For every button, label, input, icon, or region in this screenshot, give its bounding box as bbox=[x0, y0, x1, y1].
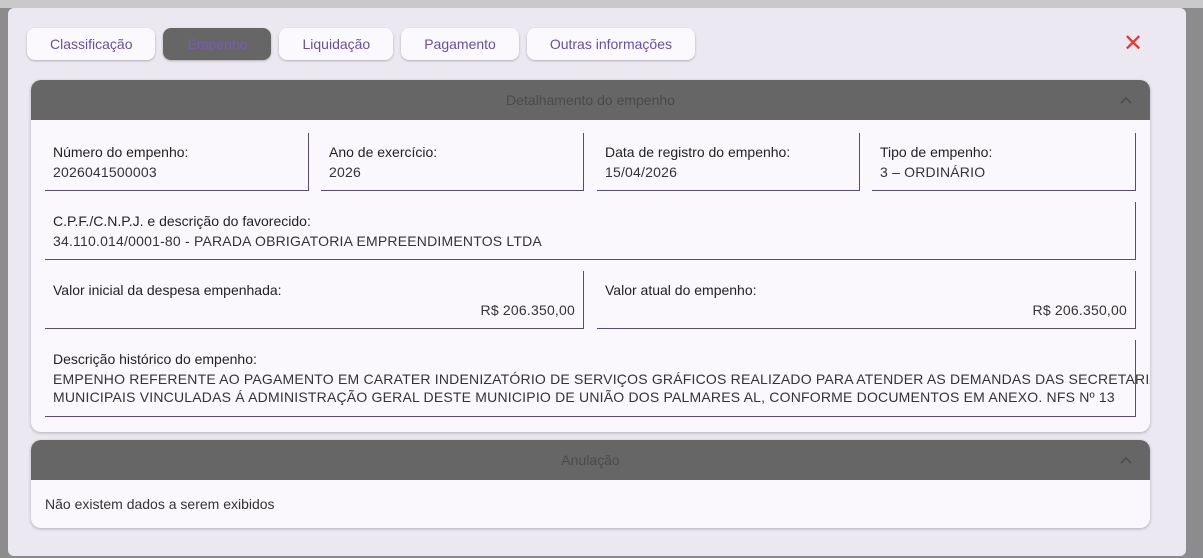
favorecido-value: 34.110.014/0001-80 - PARADA OBRIGATORIA … bbox=[53, 233, 542, 249]
numero-empenho-value: 2026041500003 bbox=[53, 164, 157, 180]
close-icon[interactable]: ✕ bbox=[1121, 32, 1145, 56]
valor-inicial-field: Valor inicial da despesa empenhada: R$ 2… bbox=[45, 271, 584, 329]
background-page bbox=[0, 0, 1203, 8]
tab-empenho[interactable]: Empenho bbox=[163, 28, 272, 60]
valor-atual-field: Valor atual do empenho: R$ 206.350,00 bbox=[597, 271, 1136, 329]
historico-label: Descrição histórico do empenho: bbox=[53, 351, 257, 367]
data-registro-value: 15/04/2026 bbox=[605, 164, 678, 180]
detalhamento-panel: Detalhamento do empenho Número do empenh… bbox=[31, 80, 1150, 432]
favorecido-label: C.P.F./C.N.P.J. e descrição do favorecid… bbox=[53, 213, 311, 229]
ano-exercicio-label: Ano de exercício: bbox=[329, 144, 438, 160]
valor-inicial-value: R$ 206.350,00 bbox=[480, 302, 575, 318]
detalhamento-header[interactable]: Detalhamento do empenho bbox=[31, 80, 1150, 120]
tab-classificacao[interactable]: Classificação bbox=[27, 28, 156, 60]
historico-field: Descrição histórico do empenho: EMPENHO … bbox=[45, 340, 1150, 417]
tab-liquidacao[interactable]: Liquidação bbox=[279, 28, 394, 60]
valor-inicial-label: Valor inicial da despesa empenhada: bbox=[53, 282, 282, 298]
data-registro-label: Data de registro do empenho: bbox=[605, 144, 791, 160]
anulacao-panel: Anulação Não existem dados a serem exibi… bbox=[31, 440, 1150, 528]
anulacao-header[interactable]: Anulação bbox=[31, 440, 1150, 480]
tipo-empenho-value: 3 – ORDINÁRIO bbox=[880, 164, 986, 180]
historico-value-line1: EMPENHO REFERENTE AO PAGAMENTO EM CARATE… bbox=[53, 371, 1150, 387]
favorecido-field: C.P.F./C.N.P.J. e descrição do favorecid… bbox=[45, 202, 1136, 260]
tab-pagamento[interactable]: Pagamento bbox=[401, 28, 519, 60]
data-registro-field: Data de registro do empenho: 15/04/2026 bbox=[597, 133, 860, 191]
numero-empenho-label: Número do empenho: bbox=[53, 144, 189, 160]
anulacao-title: Anulação bbox=[561, 452, 620, 468]
tipo-empenho-field: Tipo de empenho: 3 – ORDINÁRIO bbox=[872, 133, 1136, 191]
empenho-dialog: Classificação Empenho Liquidação Pagamen… bbox=[8, 8, 1186, 556]
chevron-up-icon[interactable] bbox=[1118, 452, 1134, 468]
historico-value-line2: MUNICIPAIS VINCULADAS Á ADMINISTRAÇÃO GE… bbox=[53, 389, 1115, 405]
ano-exercicio-value: 2026 bbox=[329, 164, 361, 180]
empty-message: Não existem dados a serem exibidos bbox=[45, 496, 275, 512]
tab-outras-informacoes[interactable]: Outras informações bbox=[526, 28, 695, 60]
valor-atual-value: R$ 206.350,00 bbox=[1032, 302, 1127, 318]
chevron-up-icon[interactable] bbox=[1118, 92, 1134, 108]
tab-bar: Classificação Empenho Liquidação Pagamen… bbox=[27, 28, 695, 60]
ano-exercicio-field: Ano de exercício: 2026 bbox=[321, 133, 584, 191]
detalhamento-title: Detalhamento do empenho bbox=[506, 92, 675, 108]
tipo-empenho-label: Tipo de empenho: bbox=[880, 144, 993, 160]
valor-atual-label: Valor atual do empenho: bbox=[605, 282, 757, 298]
numero-empenho-field: Número do empenho: 2026041500003 bbox=[45, 133, 309, 191]
